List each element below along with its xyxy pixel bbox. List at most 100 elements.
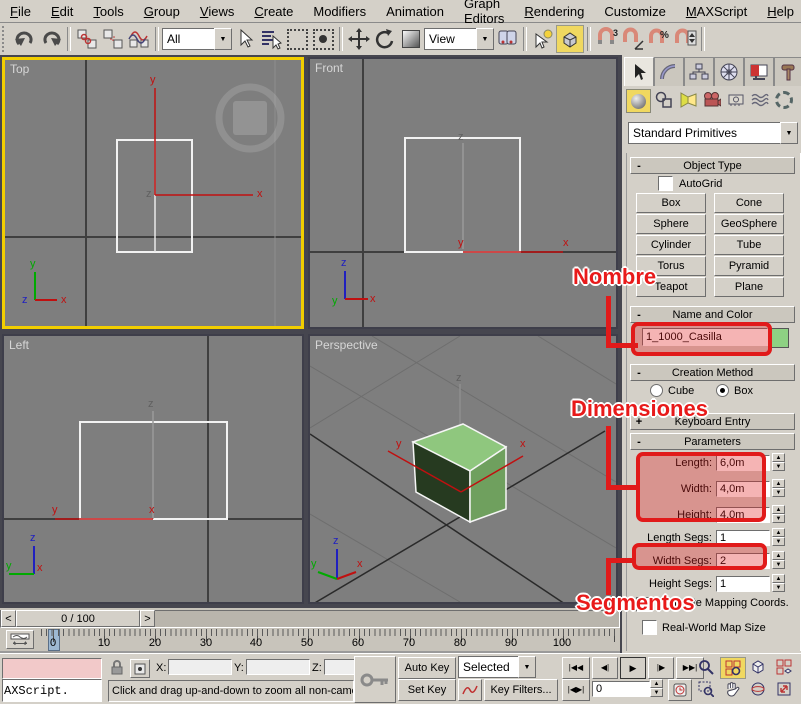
auto-key-button[interactable]: Auto Key: [398, 657, 456, 679]
select-object-icon[interactable]: [232, 26, 258, 52]
viewport-top[interactable]: Top y x z y x z: [2, 57, 304, 329]
motion-tab[interactable]: [714, 57, 744, 86]
systems-category-icon[interactable]: [772, 89, 795, 111]
pan-hand-icon[interactable]: [720, 679, 744, 699]
select-rotate-icon[interactable]: [372, 26, 398, 52]
spinner-snap-icon[interactable]: [672, 26, 698, 52]
rect-selection-region-icon[interactable]: [284, 26, 310, 52]
cone-button[interactable]: Cone: [714, 193, 784, 213]
unlink-icon[interactable]: [100, 26, 126, 52]
object-type-rollout-header[interactable]: - Object Type: [630, 157, 795, 174]
menu-tools[interactable]: Tools: [83, 2, 133, 21]
next-frame-button[interactable]: |▶: [648, 657, 674, 679]
redo-icon[interactable]: [38, 26, 64, 52]
modify-tab[interactable]: [654, 57, 684, 86]
previous-frame-button[interactable]: ◀|: [592, 657, 618, 679]
width-segs-spinner[interactable]: ▲▼: [772, 551, 785, 569]
undo-icon[interactable]: [12, 26, 38, 52]
cameras-category-icon[interactable]: [700, 89, 723, 111]
new-key-default-in-out-icon[interactable]: [458, 679, 482, 701]
bind-spacewarp-icon[interactable]: [126, 26, 152, 52]
y-coord-field[interactable]: [246, 659, 310, 675]
hierarchy-tab[interactable]: [684, 57, 714, 86]
menu-customize[interactable]: Customize: [594, 2, 675, 21]
x-coord-field[interactable]: [168, 659, 232, 675]
time-next-button[interactable]: >: [140, 610, 155, 627]
set-key-button[interactable]: Set Key: [398, 679, 456, 701]
real-world-checkbox[interactable]: [642, 620, 657, 635]
utilities-tab[interactable]: [774, 57, 801, 86]
height-spinner[interactable]: ▲▼: [772, 505, 785, 523]
box-radio[interactable]: [716, 384, 729, 397]
parameters-rollout-header[interactable]: - Parameters: [630, 433, 795, 450]
viewport-perspective[interactable]: Perspective y x z z y x: [308, 334, 618, 604]
absolute-offset-toggle-icon[interactable]: [130, 659, 150, 678]
time-slider-handle[interactable]: 0 / 100: [16, 610, 140, 627]
autogrid-checkbox[interactable]: [658, 176, 673, 191]
length-spinner[interactable]: ▲▼: [772, 453, 785, 471]
angle-snap-icon[interactable]: [620, 26, 646, 52]
menu-create[interactable]: Create: [244, 2, 303, 21]
creation-method-rollout-header[interactable]: - Creation Method: [630, 364, 795, 381]
use-pivot-center-icon[interactable]: [494, 26, 520, 52]
selection-lock-icon[interactable]: [110, 660, 124, 678]
time-prev-button[interactable]: <: [1, 610, 16, 627]
menu-file[interactable]: File: [0, 2, 41, 21]
sphere-button[interactable]: Sphere: [636, 214, 706, 234]
height-segs-spinner[interactable]: ▲▼: [772, 574, 785, 592]
zoom-tool-icon[interactable]: [694, 657, 718, 677]
key-mode-toggle-button[interactable]: |◀▶|: [562, 679, 590, 701]
select-scale-icon[interactable]: [398, 26, 424, 52]
viewport-left[interactable]: Left z y x z y x: [2, 334, 304, 604]
plane-button[interactable]: Plane: [714, 277, 784, 297]
cylinder-button[interactable]: Cylinder: [636, 235, 706, 255]
current-frame-field[interactable]: [592, 681, 650, 697]
region-zoom-icon[interactable]: [694, 679, 718, 699]
viewport-top-label[interactable]: Top: [10, 62, 29, 76]
selection-filter-dropdown[interactable]: All ▼: [162, 29, 232, 49]
pyramid-button[interactable]: Pyramid: [714, 256, 784, 276]
viewport-perspective-label[interactable]: Perspective: [315, 338, 378, 352]
zoom-extents-icon[interactable]: [746, 657, 770, 677]
menu-views[interactable]: Views: [190, 2, 244, 21]
play-button[interactable]: ▶: [620, 657, 646, 679]
geometry-category-icon[interactable]: [626, 89, 651, 113]
time-configuration-icon[interactable]: [668, 679, 692, 701]
dropdown-arrow-icon[interactable]: ▼: [214, 28, 232, 50]
geosphere-button[interactable]: GeoSphere: [714, 214, 784, 234]
primitive-category-dropdown[interactable]: Standard Primitives ▼: [628, 123, 798, 143]
dropdown-arrow-icon[interactable]: ▼: [518, 656, 536, 678]
spacewarps-category-icon[interactable]: [748, 89, 771, 111]
length-segs-spinner[interactable]: ▲▼: [772, 528, 785, 546]
helpers-category-icon[interactable]: [724, 89, 747, 111]
selection-set-dropdown[interactable]: Selected ▼: [458, 657, 536, 677]
viewport-left-label[interactable]: Left: [9, 338, 29, 352]
select-move-icon[interactable]: [346, 26, 372, 52]
box-button[interactable]: Box: [636, 193, 706, 213]
shapes-category-icon[interactable]: [652, 89, 675, 111]
menu-animation[interactable]: Animation: [376, 2, 454, 21]
arc-rotate-icon[interactable]: [746, 679, 770, 699]
frame-spinner[interactable]: ▲▼: [650, 679, 663, 697]
percent-snap-icon[interactable]: %: [646, 26, 672, 52]
zoom-extents-all-icon[interactable]: [772, 657, 796, 677]
select-by-name-icon[interactable]: [258, 26, 284, 52]
maxscript-listener-output[interactable]: [2, 658, 102, 679]
menu-group[interactable]: Group: [134, 2, 190, 21]
snap-toggle-3d-icon[interactable]: 3: [594, 26, 620, 52]
maxscript-listener-input[interactable]: AXScript.: [2, 679, 102, 702]
object-color-swatch[interactable]: [770, 328, 789, 348]
menu-maxscript[interactable]: MAXScript: [676, 2, 757, 21]
viewport-front-label[interactable]: Front: [315, 61, 343, 75]
name-color-rollout-header[interactable]: - Name and Color: [630, 306, 795, 323]
lights-category-icon[interactable]: [676, 89, 699, 111]
height-segs-field[interactable]: [716, 576, 770, 592]
create-tab[interactable]: [624, 57, 654, 86]
set-keys-button[interactable]: [354, 656, 396, 703]
min-max-toggle-icon[interactable]: [772, 679, 796, 699]
dropdown-arrow-icon[interactable]: ▼: [476, 28, 494, 50]
select-manipulate-icon[interactable]: [530, 26, 556, 52]
menu-help[interactable]: Help: [757, 2, 801, 21]
window-crossing-icon[interactable]: [310, 26, 336, 52]
tube-button[interactable]: Tube: [714, 235, 784, 255]
